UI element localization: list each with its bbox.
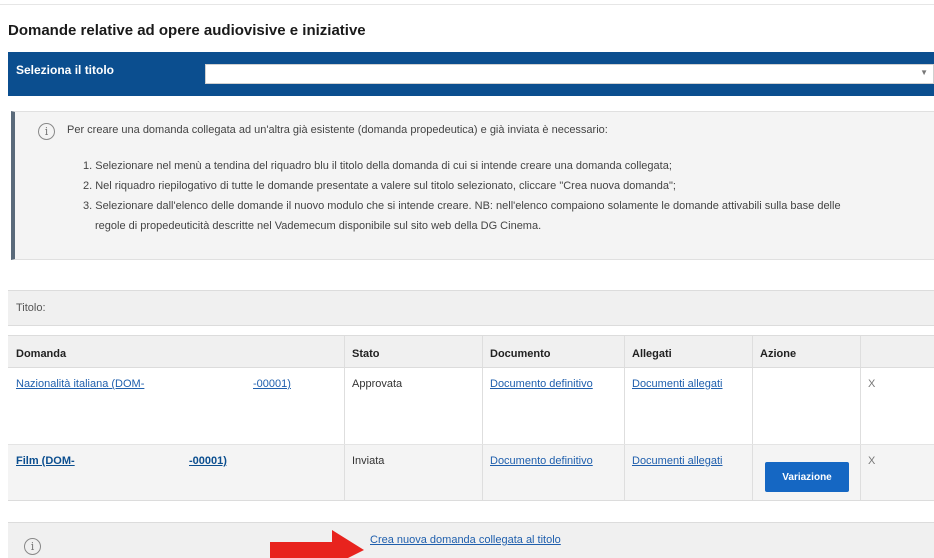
- title-selector-label: Seleziona il titolo: [16, 63, 115, 77]
- column-divider: [344, 368, 345, 444]
- column-divider: [860, 445, 861, 500]
- domanda-link-prefix[interactable]: Film (DOM-: [16, 455, 75, 467]
- title-selector-bar: Seleziona il titolo ▼: [8, 52, 934, 96]
- documento-link[interactable]: Documento definitivo: [490, 455, 593, 467]
- stato-cell: Inviata: [352, 455, 385, 467]
- column-divider: [624, 336, 625, 367]
- column-divider: [624, 368, 625, 444]
- remove-button[interactable]: X: [860, 368, 934, 444]
- crea-nuova-domanda-link[interactable]: Crea nuova domanda collegata al titolo: [370, 534, 561, 546]
- stato-cell: Approvata: [352, 378, 403, 390]
- column-divider: [482, 445, 483, 500]
- domanda-link-suffix[interactable]: -00001): [189, 455, 227, 467]
- new-domanda-bar: i Crea nuova domanda collegata al titolo: [8, 522, 934, 558]
- column-divider: [860, 368, 861, 444]
- info-intro: Per creare una domanda collegata ad un'a…: [67, 124, 608, 136]
- domanda-link[interactable]: Film (DOM- -00001): [8, 445, 344, 500]
- info-step: 1. Selezionare nel menù a tendina del ri…: [83, 160, 672, 172]
- remove-button[interactable]: X: [860, 445, 934, 500]
- header-allegati: Allegati: [632, 348, 672, 360]
- allegati-link[interactable]: Documenti allegati: [632, 455, 723, 467]
- column-divider: [860, 336, 861, 367]
- header-azione: Azione: [760, 348, 797, 360]
- table-row: Film (DOM- -00001) Inviata Documento def…: [8, 445, 934, 501]
- title-select[interactable]: ▼: [205, 64, 934, 84]
- column-divider: [624, 445, 625, 500]
- titolo-bar: Titolo:: [8, 290, 934, 326]
- column-divider: [482, 336, 483, 367]
- header-documento: Documento: [490, 348, 551, 360]
- chevron-down-icon: ▼: [920, 68, 928, 77]
- info-step: 2. Nel riquadro riepilogativo di tutte l…: [83, 180, 676, 192]
- table-header: Domanda Stato Documento Allegati Azione: [8, 335, 934, 368]
- page-title: Domande relative ad opere audiovisive e …: [8, 22, 366, 39]
- column-divider: [344, 445, 345, 500]
- allegati-link[interactable]: Documenti allegati: [632, 378, 723, 390]
- column-divider: [752, 336, 753, 367]
- variazione-button[interactable]: Variazione: [765, 462, 849, 492]
- titolo-label: Titolo:: [16, 302, 46, 314]
- column-divider: [752, 445, 753, 500]
- info-circle-icon: i: [24, 538, 41, 555]
- info-step-continuation: regole di propedeuticità descritte nel V…: [95, 220, 542, 232]
- column-divider: [344, 336, 345, 367]
- info-step: 3. Selezionare dall'elenco delle domande…: [83, 200, 841, 212]
- domanda-link-prefix[interactable]: Nazionalità italiana (DOM-: [16, 378, 144, 390]
- domanda-link[interactable]: Nazionalità italiana (DOM- -00001): [8, 368, 344, 444]
- red-arrow-right-icon: [270, 530, 364, 558]
- documento-link[interactable]: Documento definitivo: [490, 378, 593, 390]
- azione-cell: [752, 368, 860, 444]
- column-divider: [752, 368, 753, 444]
- header-domanda: Domanda: [16, 348, 67, 360]
- info-circle-icon: i: [38, 123, 55, 140]
- info-steps: 1. Selezionare nel menù a tendina del ri…: [83, 156, 928, 236]
- table-row: Nazionalità italiana (DOM- -00001) Appro…: [8, 368, 934, 445]
- header-stato: Stato: [352, 348, 380, 360]
- info-panel: i Per creare una domanda collegata ad un…: [11, 111, 934, 260]
- column-divider: [482, 368, 483, 444]
- domanda-link-suffix[interactable]: -00001): [253, 378, 291, 390]
- azione-cell: Variazione: [752, 445, 860, 500]
- top-divider: [0, 4, 934, 5]
